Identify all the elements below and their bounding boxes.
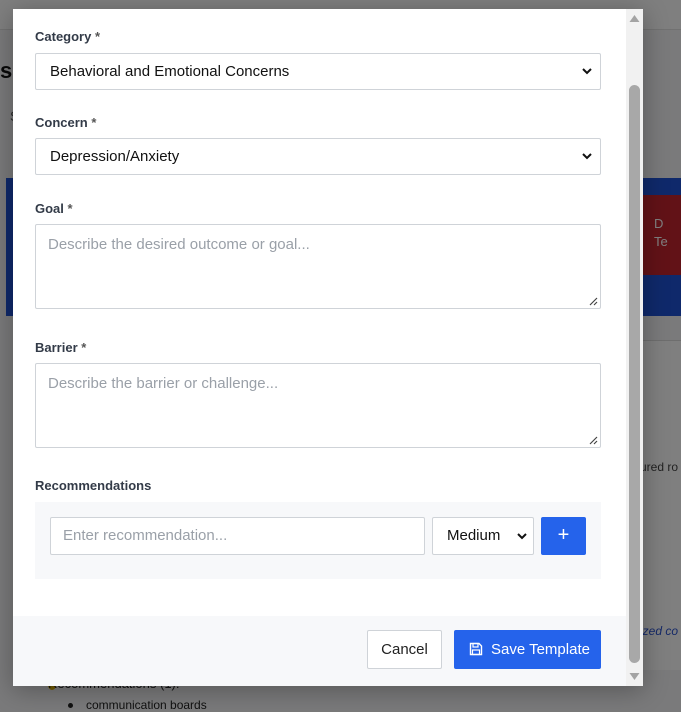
category-select-value: Behavioral and Emotional Concerns	[50, 63, 290, 80]
goal-label-text: Goal	[35, 201, 64, 216]
resize-grip-icon[interactable]	[588, 435, 598, 445]
template-modal: Category * Behavioral and Emotional Conc…	[13, 9, 643, 686]
scroll-up-arrow-icon[interactable]	[629, 14, 640, 23]
required-mark: *	[91, 115, 97, 130]
scrollbar-thumb[interactable]	[629, 85, 640, 663]
goal-placeholder: Describe the desired outcome or goal...	[48, 236, 310, 253]
priority-select[interactable]: Medium	[432, 517, 534, 555]
priority-select-value: Medium	[447, 527, 501, 544]
concern-label-text: Concern	[35, 115, 88, 130]
save-icon	[469, 642, 483, 656]
barrier-placeholder: Describe the barrier or challenge...	[48, 375, 279, 392]
add-recommendation-button[interactable]: +	[541, 517, 586, 555]
barrier-label-text: Barrier	[35, 340, 78, 355]
recommendation-placeholder: Enter recommendation...	[63, 527, 228, 544]
modal-scrollbar[interactable]	[626, 9, 643, 686]
chevron-down-icon	[517, 533, 527, 540]
concern-select[interactable]: Depression/Anxiety	[35, 138, 601, 175]
required-mark: *	[67, 201, 73, 216]
goal-textarea[interactable]: Describe the desired outcome or goal...	[35, 224, 601, 309]
barrier-textarea[interactable]: Describe the barrier or challenge...	[35, 363, 601, 448]
category-label-text: Category	[35, 29, 92, 44]
recommendations-panel: Enter recommendation... Medium +	[35, 502, 601, 579]
recommendations-label: Recommendations	[35, 478, 152, 493]
required-mark: *	[94, 29, 101, 44]
concern-label: Concern *	[35, 115, 96, 130]
modal-footer: Cancel Save Template	[13, 616, 626, 686]
chevron-down-icon	[582, 153, 592, 160]
chevron-down-icon	[582, 68, 592, 75]
barrier-label: Barrier *	[35, 340, 86, 355]
concern-select-value: Depression/Anxiety	[50, 148, 180, 165]
required-mark: *	[81, 340, 87, 355]
modal-body: Category * Behavioral and Emotional Conc…	[13, 9, 626, 616]
category-select[interactable]: Behavioral and Emotional Concerns	[35, 53, 601, 90]
cancel-button[interactable]: Cancel	[367, 630, 442, 669]
recommendation-input[interactable]: Enter recommendation...	[50, 517, 425, 555]
save-template-label: Save Template	[491, 641, 590, 658]
save-template-button[interactable]: Save Template	[454, 630, 601, 669]
scroll-down-arrow-icon[interactable]	[629, 672, 640, 681]
resize-grip-icon[interactable]	[588, 296, 598, 306]
category-label: Category *	[35, 29, 100, 44]
goal-label: Goal *	[35, 201, 73, 216]
